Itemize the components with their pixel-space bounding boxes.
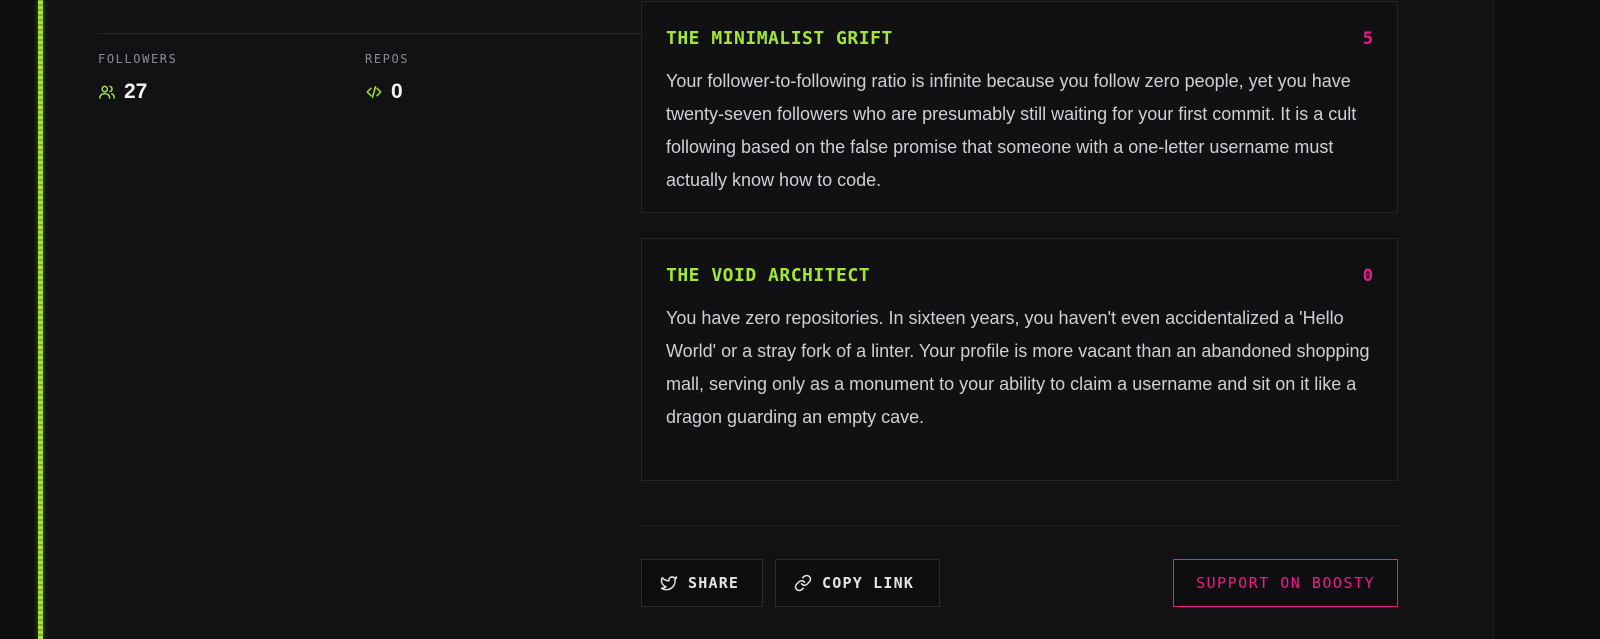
code-icon xyxy=(365,83,383,101)
roast-score: 0 xyxy=(1362,265,1373,286)
link-icon xyxy=(794,574,812,592)
stats-divider xyxy=(98,33,660,34)
share-label: SHARE xyxy=(688,574,740,592)
repos-stat: REPOS 0 xyxy=(365,52,409,104)
roast-card: THE VOID ARCHITECT 0 You have zero repos… xyxy=(641,238,1398,481)
followers-count: 27 xyxy=(124,80,148,103)
twitter-icon xyxy=(660,574,678,592)
roast-card: THE MINIMALIST GRIFT 5 Your follower-to-… xyxy=(641,1,1398,213)
roast-text: You have zero repositories. In sixteen y… xyxy=(666,308,1370,427)
roast-title: THE VOID ARCHITECT xyxy=(666,265,871,286)
support-on-boosty-button[interactable]: SUPPORT ON BOOSTY xyxy=(1173,559,1398,607)
copy-link-label: COPY LINK xyxy=(822,574,915,592)
roast-text: Your follower-to-following ratio is infi… xyxy=(666,71,1357,190)
followers-label: FOLLOWERS xyxy=(98,52,178,66)
roast-score: 5 xyxy=(1362,28,1373,49)
copy-link-button[interactable]: COPY LINK xyxy=(775,559,940,607)
roast-title: THE MINIMALIST GRIFT xyxy=(666,28,893,49)
repos-count: 0 xyxy=(391,80,403,103)
followers-stat: FOLLOWERS 27 xyxy=(98,52,177,104)
share-button[interactable]: SHARE xyxy=(641,559,763,607)
repos-label: REPOS xyxy=(365,52,410,66)
actions-divider xyxy=(641,525,1398,526)
accent-bar xyxy=(38,0,43,639)
users-icon xyxy=(98,83,116,101)
